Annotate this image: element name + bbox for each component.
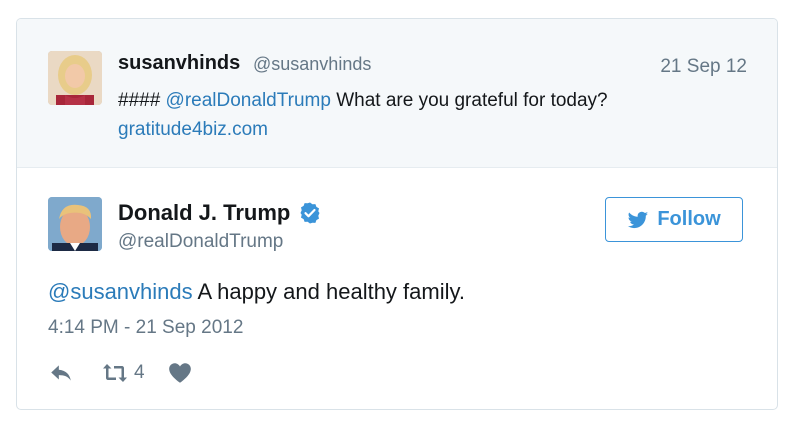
- parent-tweet-text: #### @realDonaldTrump What are you grate…: [118, 86, 738, 144]
- retweet-icon: [103, 364, 127, 382]
- reply-mention-link[interactable]: @susanvhinds: [48, 279, 193, 304]
- reply-icon: [51, 365, 71, 381]
- follow-button[interactable]: Follow: [605, 197, 743, 242]
- tweet-text: @susanvhinds A happy and healthy family.: [48, 279, 465, 305]
- author-name-row: Donald J. Trump: [118, 200, 322, 226]
- parent-display-name[interactable]: susanvhinds: [118, 52, 240, 75]
- follow-label: Follow: [657, 208, 721, 230]
- tweet-text-body: A happy and healthy family.: [192, 279, 465, 304]
- verified-badge-icon: [300, 202, 320, 224]
- author-avatar[interactable]: [48, 197, 102, 251]
- parent-avatar[interactable]: [48, 51, 102, 105]
- parent-url-link[interactable]: gratitude4biz.com: [118, 119, 268, 140]
- parent-mention-link[interactable]: @realDonaldTrump: [166, 90, 331, 111]
- author-handle[interactable]: @realDonaldTrump: [118, 231, 283, 253]
- retweet-count: 4: [134, 362, 145, 383]
- parent-handle[interactable]: @susanvhinds: [253, 54, 371, 75]
- retweet-button[interactable]: 4: [102, 360, 167, 386]
- tweet-actions: 4: [48, 359, 193, 387]
- heart-icon: [168, 363, 191, 383]
- like-button[interactable]: [167, 360, 193, 386]
- reply-button[interactable]: [48, 360, 74, 386]
- parent-tweet[interactable]: susanvhinds @susanvhinds 21 Sep 12 #### …: [17, 19, 777, 168]
- twitter-bird-icon: [628, 211, 649, 228]
- parent-text-prefix: ####: [118, 90, 166, 111]
- parent-date[interactable]: 21 Sep 12: [660, 56, 747, 78]
- tweet-timestamp[interactable]: 4:14 PM - 21 Sep 2012: [48, 317, 243, 339]
- parent-text-body: What are you grateful for today?: [330, 90, 608, 111]
- embedded-tweet-card: susanvhinds @susanvhinds 21 Sep 12 #### …: [16, 18, 778, 410]
- author-display-name[interactable]: Donald J. Trump: [118, 200, 290, 226]
